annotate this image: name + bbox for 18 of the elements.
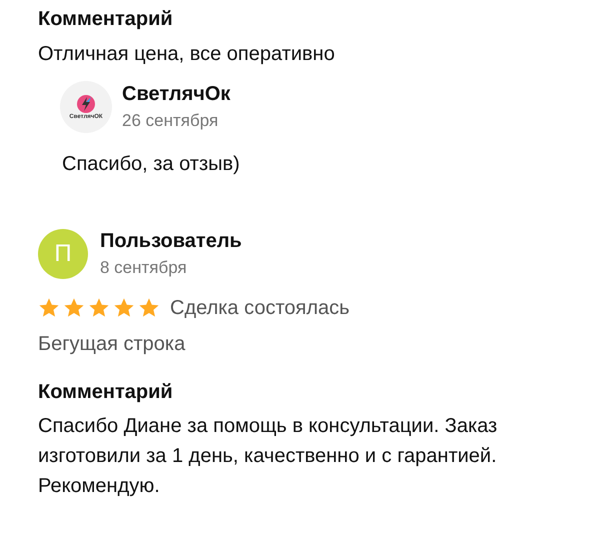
comment-heading: Комментарий — [38, 380, 174, 405]
comment-text: Спасибо Диане за помощь в консультации. Заказ изготовили за 1 день, качественно и с гарантией. Рекомендую. — [38, 414, 498, 499]
item-title: Бегущая строка — [38, 332, 186, 357]
user-avatar: П — [38, 229, 88, 279]
reply-text: Спасибо, за отзыв) — [62, 152, 241, 177]
deal-status: Сделка состоялась — [170, 296, 350, 321]
comment-heading: Комментарий — [38, 7, 174, 32]
review-date: 8 сентября — [100, 257, 188, 279]
author-name: СветлячОк — [122, 82, 230, 106]
lightning-icon — [76, 94, 96, 114]
comment-text: Отличная цена, все оперативно — [38, 42, 336, 67]
author-name: Пользователь — [100, 229, 242, 253]
star-icon — [113, 297, 135, 319]
review-date: 26 сентября — [122, 110, 220, 132]
star-icon — [88, 297, 110, 319]
star-icon — [138, 297, 160, 319]
star-icon — [63, 297, 85, 319]
star-icon — [38, 297, 60, 319]
